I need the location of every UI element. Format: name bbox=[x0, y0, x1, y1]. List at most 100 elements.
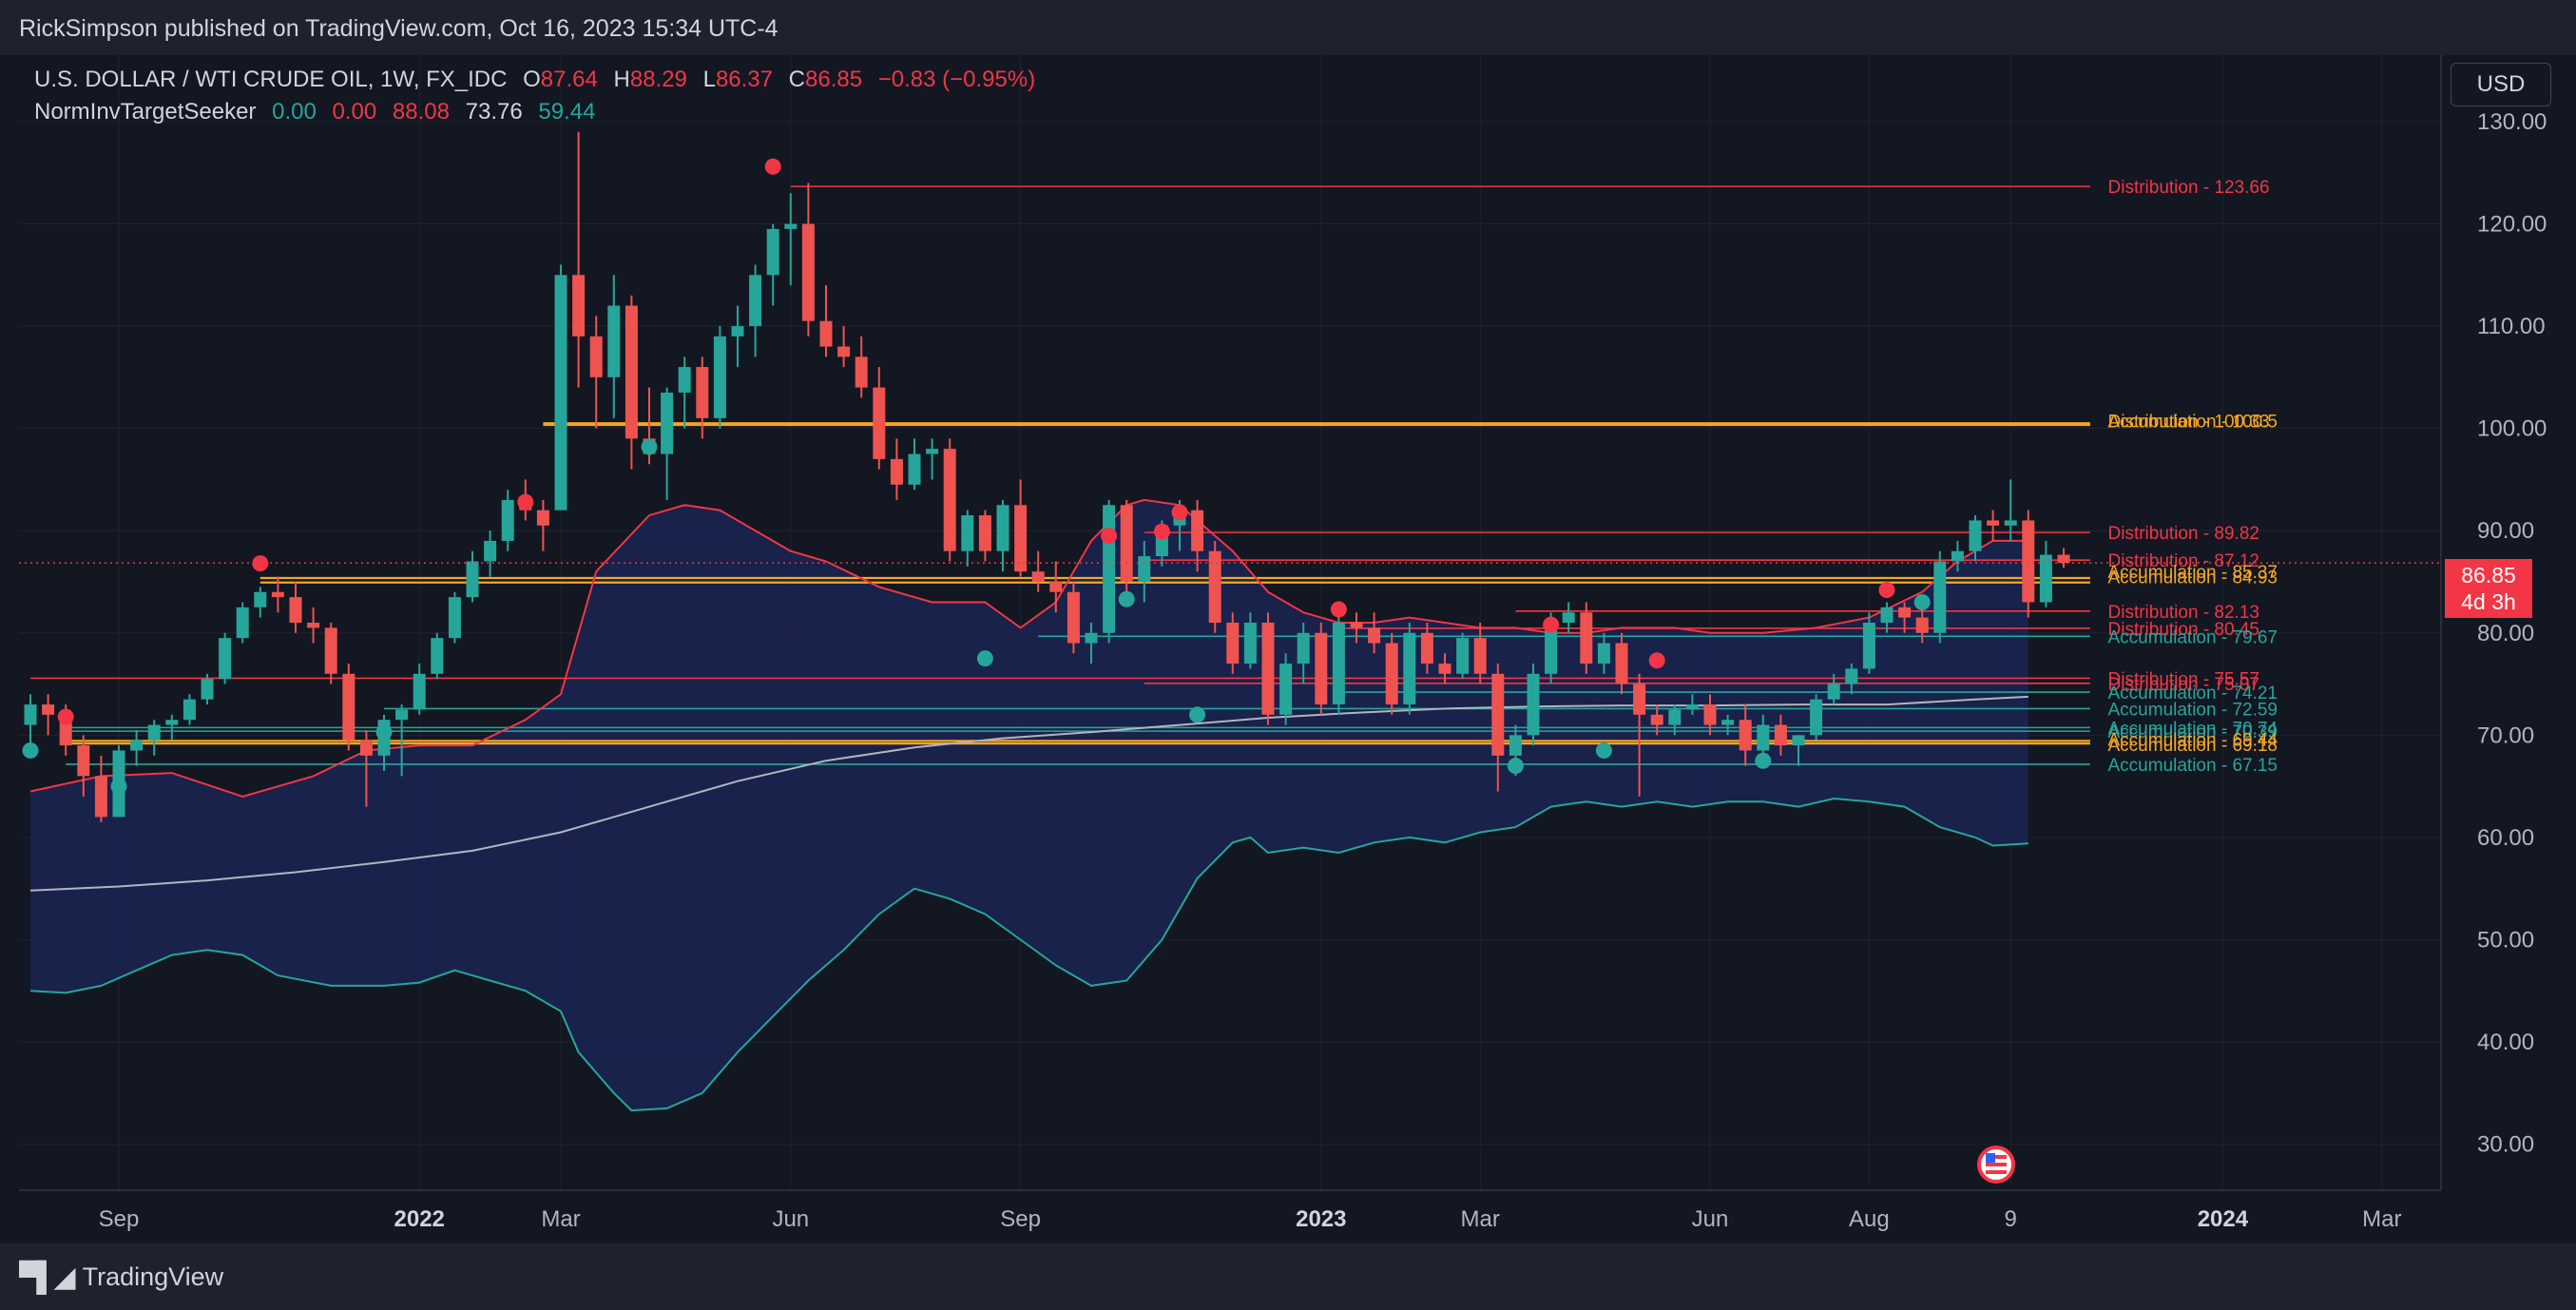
current-price-badge: 86.85 4d 3h bbox=[2445, 559, 2532, 618]
candle-body bbox=[1385, 643, 1398, 705]
candle-body bbox=[466, 561, 479, 598]
time-tick-label: 2023 bbox=[1296, 1206, 1346, 1232]
candle-body bbox=[1509, 735, 1522, 756]
candle-body bbox=[1915, 617, 1929, 633]
candle-body bbox=[94, 776, 107, 818]
candle-body bbox=[554, 275, 567, 511]
indicator-name: NormInvTargetSeeker bbox=[34, 99, 257, 125]
candle-body bbox=[1473, 638, 1487, 674]
candle-body bbox=[607, 305, 621, 377]
high-label: H bbox=[613, 67, 630, 92]
level-label: Accumulation - 69.18 bbox=[2108, 736, 2278, 756]
price-tick-label: 90.00 bbox=[2477, 518, 2534, 544]
indicator-value-3: 88.08 bbox=[392, 99, 450, 125]
time-tick-label: Sep bbox=[1000, 1206, 1041, 1232]
candle-body bbox=[2022, 520, 2035, 603]
band-area bbox=[30, 499, 2028, 1111]
distribution-signal-dot bbox=[1171, 504, 1188, 521]
candle-body bbox=[1103, 505, 1116, 633]
candle-body bbox=[1315, 632, 1328, 705]
accumulation-signal-dot bbox=[1913, 593, 1931, 610]
candle-body bbox=[696, 367, 709, 418]
time-tick-label: Sep bbox=[99, 1206, 140, 1232]
chart[interactable]: 130.00120.00110.00100.0090.0080.0070.006… bbox=[0, 0, 2576, 1310]
symbol-legend: U.S. DOLLAR / WTI CRUDE OIL, 1W, FX_IDC … bbox=[34, 67, 1035, 93]
candle-body bbox=[1456, 638, 1470, 674]
accumulation-signal-dot bbox=[1755, 752, 1772, 769]
candle-body bbox=[1243, 623, 1257, 665]
candle-body bbox=[1562, 612, 1575, 623]
candle-body bbox=[1951, 550, 1964, 562]
candle-body bbox=[1261, 623, 1275, 715]
candle-body bbox=[536, 510, 549, 526]
change-value: −0.83 (−0.95%) bbox=[877, 67, 1036, 92]
candle-body bbox=[42, 704, 55, 715]
candle-body bbox=[1757, 724, 1770, 751]
candle-body bbox=[1527, 673, 1540, 736]
candle-body bbox=[395, 709, 409, 721]
candle-body bbox=[219, 638, 232, 680]
time-tick-label: Jun bbox=[1692, 1206, 1729, 1232]
candle-body bbox=[996, 505, 1009, 551]
candle-body bbox=[501, 499, 514, 541]
candle-body bbox=[324, 627, 337, 674]
candle-body bbox=[908, 453, 921, 485]
candle-body bbox=[1350, 623, 1363, 628]
level-labels: Distribution - 123.66Distribution - 100.… bbox=[2108, 178, 2278, 776]
candle-body bbox=[1226, 623, 1240, 665]
candle-body bbox=[855, 356, 868, 388]
candle-body bbox=[1827, 684, 1840, 700]
candle-body bbox=[1810, 699, 1823, 736]
tradingview-brand: TradingView bbox=[82, 1262, 224, 1291]
close-value: 86.85 bbox=[805, 67, 863, 92]
candle-body bbox=[1297, 632, 1310, 665]
candle-body bbox=[1650, 714, 1663, 725]
level-label: Accumulation - 67.15 bbox=[2108, 756, 2278, 776]
open-label: O bbox=[523, 67, 541, 92]
candle-body bbox=[1792, 735, 1805, 746]
accumulation-signal-dot bbox=[1507, 758, 1524, 775]
low-value: 86.37 bbox=[715, 67, 773, 92]
candle-body bbox=[1208, 550, 1221, 623]
price-tick-label: 70.00 bbox=[2477, 722, 2534, 748]
candle-body bbox=[2004, 520, 2017, 526]
candle-body bbox=[77, 745, 90, 777]
candle-body bbox=[1597, 643, 1610, 665]
candle-body bbox=[307, 623, 320, 628]
distribution-signal-dot bbox=[57, 708, 74, 725]
candle-body bbox=[359, 740, 373, 756]
candle-body bbox=[1279, 664, 1293, 715]
candle-body bbox=[837, 346, 851, 357]
candle-body bbox=[165, 720, 179, 725]
candle-body bbox=[926, 449, 939, 454]
candle-body bbox=[183, 699, 196, 721]
candle-body bbox=[147, 724, 161, 741]
candle-body bbox=[713, 336, 726, 418]
price-tick-label: 100.00 bbox=[2477, 416, 2547, 442]
currency-button[interactable]: USD bbox=[2451, 63, 2551, 106]
candle-body bbox=[1862, 623, 1875, 669]
time-tick-label: Mar bbox=[1461, 1206, 1500, 1232]
price-tick-label: 120.00 bbox=[2477, 211, 2547, 237]
low-label: L bbox=[702, 67, 716, 92]
accumulation-signal-dot bbox=[1595, 742, 1612, 759]
tradingview-logo[interactable]: ▀▌◢ TradingView bbox=[19, 1261, 223, 1294]
candle-body bbox=[431, 638, 444, 674]
indicator-value-5: 59.44 bbox=[538, 99, 596, 125]
level-label: Distribution - 89.82 bbox=[2108, 524, 2259, 544]
candle-body bbox=[201, 679, 214, 700]
price-tick-label: 80.00 bbox=[2477, 621, 2534, 646]
candle-body bbox=[24, 704, 37, 725]
price-tick-label: 60.00 bbox=[2477, 825, 2534, 851]
distribution-signal-dot bbox=[1330, 601, 1347, 618]
candle-body bbox=[1898, 607, 1912, 618]
candle-body bbox=[448, 597, 461, 639]
candle-body bbox=[978, 515, 991, 551]
price-tick-label: 40.00 bbox=[2477, 1030, 2534, 1055]
candle-body bbox=[961, 515, 974, 551]
price-tick-label: 50.00 bbox=[2477, 927, 2534, 953]
candle-body bbox=[1049, 581, 1063, 592]
candle-body bbox=[1615, 643, 1628, 684]
candle-body bbox=[1969, 520, 1982, 551]
time-tick-label: Mar bbox=[541, 1206, 580, 1232]
